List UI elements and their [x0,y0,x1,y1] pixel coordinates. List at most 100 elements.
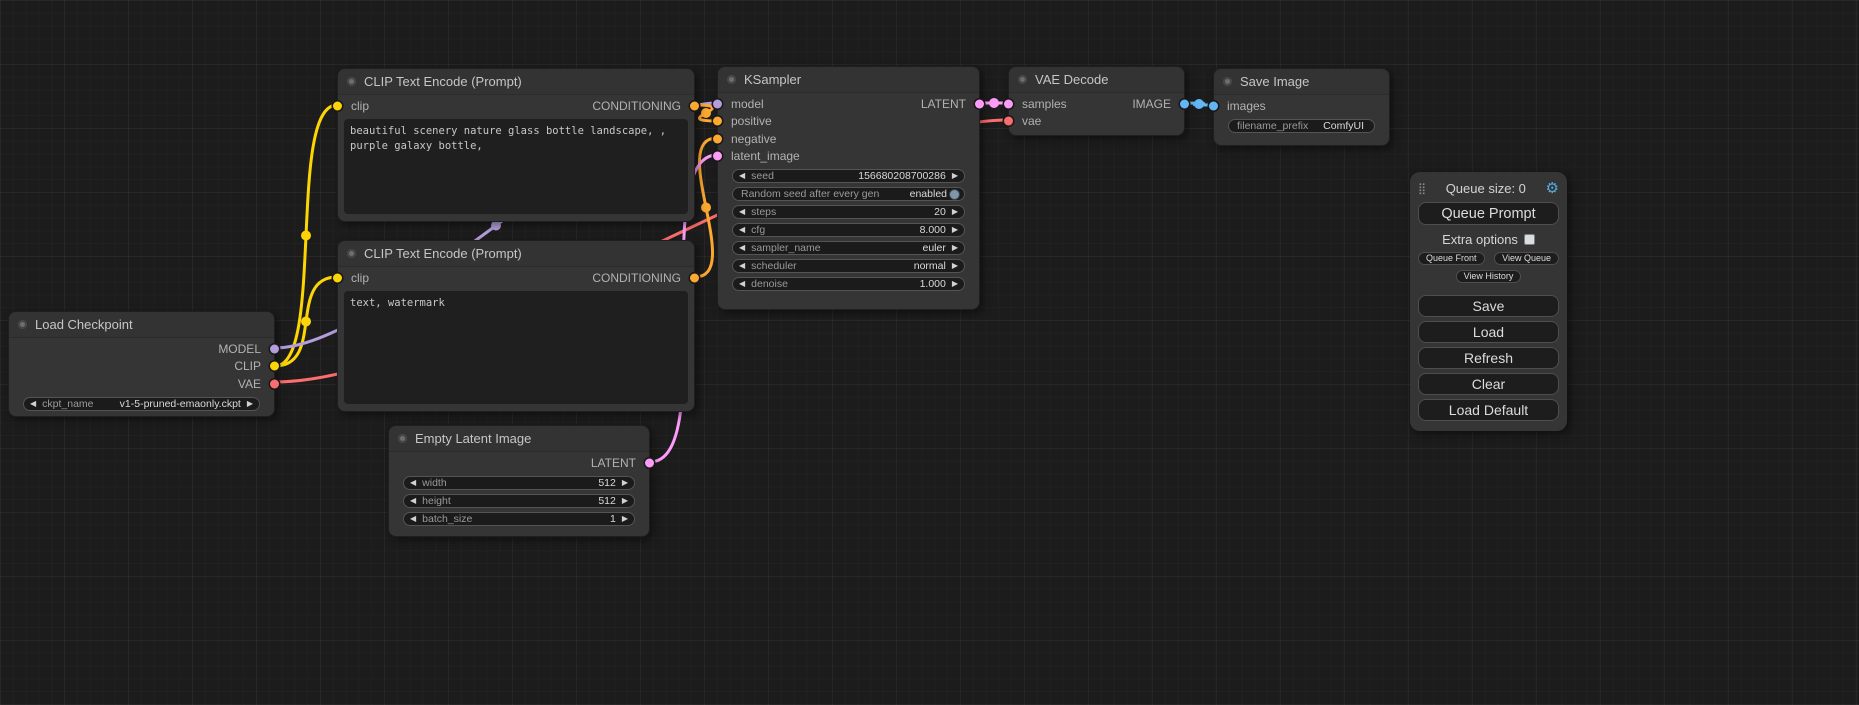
widget-width[interactable]: ◀ width 512 ▶ [403,476,635,490]
queue-front-button[interactable]: Queue Front [1418,252,1485,265]
widget-ckpt-name[interactable]: ◀ ckpt_name v1-5-pruned-emaonly.ckpt ▶ [23,397,260,411]
widget-label: height [422,495,451,507]
next-arrow-icon[interactable]: ▶ [622,477,628,489]
prev-arrow-icon[interactable]: ◀ [739,260,745,272]
node-load-checkpoint[interactable]: Load Checkpoint MODEL CLIP VAE ◀ ckpt_na… [8,311,275,417]
extra-options-checkbox[interactable] [1524,234,1535,245]
input-dot-images[interactable] [1209,101,1218,110]
widget-cfg[interactable]: ◀ cfg 8.000 ▶ [732,223,965,237]
node-titlebar[interactable]: KSampler [718,67,979,93]
output-dot-conditioning[interactable] [690,273,699,282]
next-arrow-icon[interactable]: ▶ [952,170,958,182]
prev-arrow-icon[interactable]: ◀ [739,224,745,236]
input-dot-samples[interactable] [1004,99,1013,108]
graph-canvas[interactable]: Load Checkpoint MODEL CLIP VAE ◀ ckpt_na… [0,0,1859,705]
node-titlebar[interactable]: Load Checkpoint [9,312,274,338]
view-history-button[interactable]: View History [1456,270,1522,283]
node-titlebar[interactable]: Save Image [1214,69,1389,95]
input-dot-negative[interactable] [713,134,722,143]
node-save-image[interactable]: Save Image images filename_prefix ComfyU… [1213,68,1390,146]
widget-denoise[interactable]: ◀ denoise 1.000 ▶ [732,277,965,291]
prev-arrow-icon[interactable]: ◀ [410,513,416,525]
collapse-dot-icon[interactable] [1018,75,1027,84]
next-arrow-icon[interactable]: ▶ [622,495,628,507]
slot-label: LATENT [921,97,966,111]
queue-prompt-button[interactable]: Queue Prompt [1418,202,1559,225]
next-arrow-icon[interactable]: ▶ [952,242,958,254]
output-dot-model[interactable] [270,344,279,353]
queue-menu-panel[interactable]: ⣿ Queue size: 0 ⚙ Queue Prompt Extra opt… [1410,172,1567,431]
node-vae-decode[interactable]: VAE Decode samples IMAGE vae [1008,66,1185,136]
save-button[interactable]: Save [1418,295,1559,317]
output-dot-image[interactable] [1180,99,1189,108]
collapse-dot-icon[interactable] [18,320,27,329]
node-titlebar[interactable]: CLIP Text Encode (Prompt) [338,69,694,95]
output-dot-latent[interactable] [975,99,984,108]
link-midpoint-dot[interactable] [1194,99,1204,109]
prev-arrow-icon[interactable]: ◀ [739,206,745,218]
input-dot-model[interactable] [713,99,722,108]
settings-gear-icon[interactable]: ⚙ [1546,181,1559,196]
widget-value: euler [922,242,945,254]
next-arrow-icon[interactable]: ▶ [952,224,958,236]
load-button[interactable]: Load [1418,321,1559,343]
next-arrow-icon[interactable]: ▶ [247,398,253,410]
collapse-dot-icon[interactable] [347,77,356,86]
widget-sampler-name[interactable]: ◀ sampler_name euler ▶ [732,241,965,255]
node-empty-latent-image[interactable]: Empty Latent Image LATENT ◀ width 512 ▶ … [388,425,650,537]
widget-scheduler[interactable]: ◀ scheduler normal ▶ [732,259,965,273]
node-titlebar[interactable]: VAE Decode [1009,67,1184,93]
seed-control-toggle[interactable] [949,189,960,200]
node-titlebar[interactable]: Empty Latent Image [389,426,649,452]
load-default-button[interactable]: Load Default [1418,399,1559,421]
collapse-dot-icon[interactable] [727,75,736,84]
input-dot-vae[interactable] [1004,117,1013,126]
node-titlebar[interactable]: CLIP Text Encode (Prompt) [338,241,694,267]
link-midpoint-dot[interactable] [491,221,501,231]
collapse-dot-icon[interactable] [347,249,356,258]
slot-label: positive [731,114,772,128]
collapse-dot-icon[interactable] [1223,77,1232,86]
slot-label: samples [1022,97,1067,111]
output-dot-conditioning[interactable] [690,101,699,110]
widget-height[interactable]: ◀ height 512 ▶ [403,494,635,508]
node-clip-text-encode-positive[interactable]: CLIP Text Encode (Prompt) clip CONDITION… [337,68,695,222]
next-arrow-icon[interactable]: ▶ [622,513,628,525]
widget-batch-size[interactable]: ◀ batch_size 1 ▶ [403,512,635,526]
link-midpoint-dot[interactable] [701,203,711,213]
link-midpoint-dot[interactable] [301,317,311,327]
widget-seed[interactable]: ◀ seed 156680208700286 ▶ [732,169,965,183]
next-arrow-icon[interactable]: ▶ [952,278,958,290]
collapse-dot-icon[interactable] [398,434,407,443]
prev-arrow-icon[interactable]: ◀ [410,477,416,489]
refresh-button[interactable]: Refresh [1418,347,1559,369]
output-dot-vae[interactable] [270,379,279,388]
output-dot-clip[interactable] [270,362,279,371]
widget-filename-prefix[interactable]: filename_prefix ComfyUI [1228,119,1375,133]
input-dot-clip[interactable] [333,273,342,282]
view-queue-button[interactable]: View Queue [1494,252,1559,265]
input-dot-clip[interactable] [333,101,342,110]
widget-steps[interactable]: ◀ steps 20 ▶ [732,205,965,219]
clear-button[interactable]: Clear [1418,373,1559,395]
widget-seed-control[interactable]: Random seed after every gen enabled [732,187,965,201]
prev-arrow-icon[interactable]: ◀ [739,278,745,290]
prev-arrow-icon[interactable]: ◀ [30,398,36,410]
prev-arrow-icon[interactable]: ◀ [739,242,745,254]
link-midpoint-dot[interactable] [989,98,999,108]
input-dot-positive[interactable] [713,117,722,126]
output-slot-latent: LATENT [389,454,649,472]
positive-prompt-textarea[interactable]: beautiful scenery nature glass bottle la… [344,119,688,214]
negative-prompt-textarea[interactable]: text, watermark [344,291,688,404]
node-ksampler[interactable]: KSampler model LATENT positive negative … [717,66,980,310]
drag-handle-icon[interactable]: ⣿ [1418,182,1426,195]
input-dot-latent-image[interactable] [713,152,722,161]
prev-arrow-icon[interactable]: ◀ [410,495,416,507]
link-midpoint-dot[interactable] [701,108,711,118]
next-arrow-icon[interactable]: ▶ [952,206,958,218]
output-dot-latent[interactable] [645,458,654,467]
next-arrow-icon[interactable]: ▶ [952,260,958,272]
link-midpoint-dot[interactable] [301,231,311,241]
prev-arrow-icon[interactable]: ◀ [739,170,745,182]
node-clip-text-encode-negative[interactable]: CLIP Text Encode (Prompt) clip CONDITION… [337,240,695,412]
